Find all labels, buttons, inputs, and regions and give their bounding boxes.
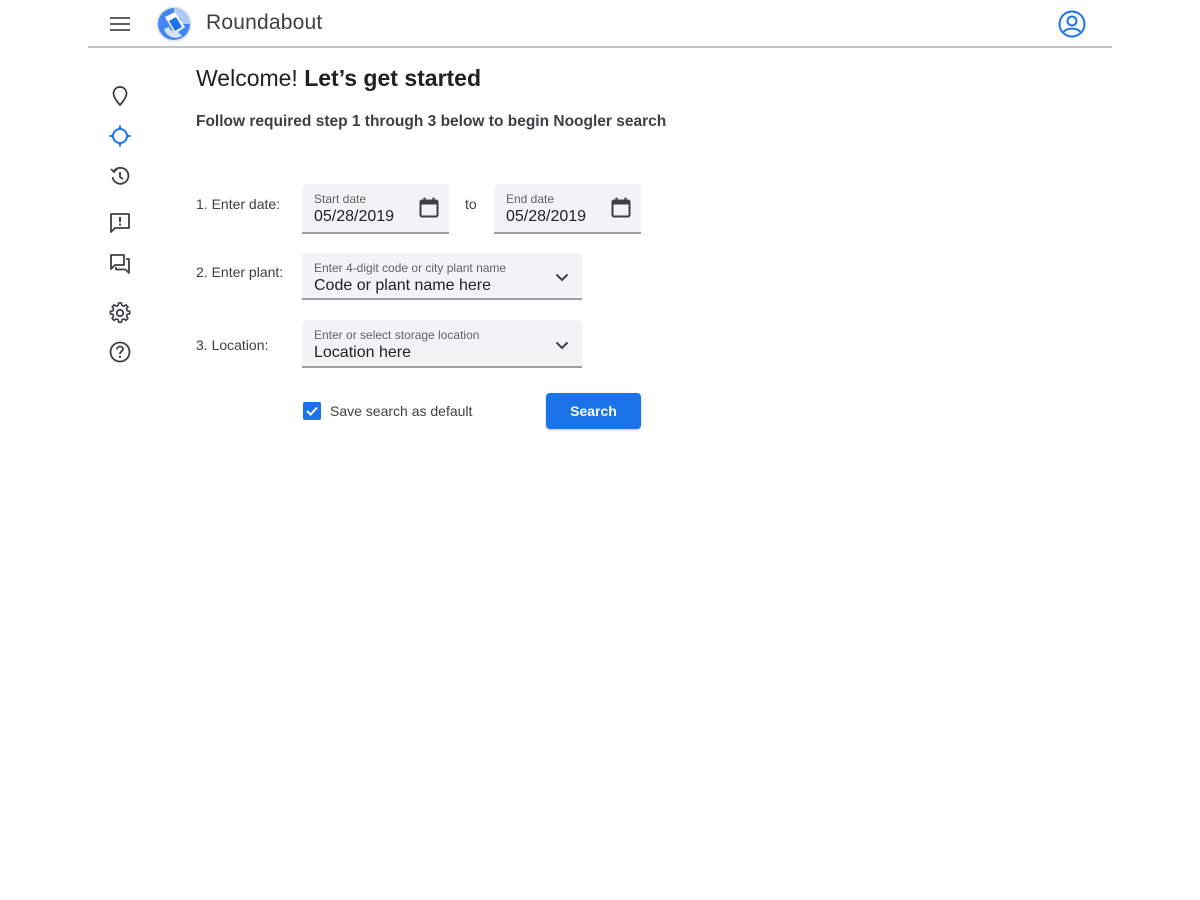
forum-icon [110,254,130,274]
step-date-label: 1. Enter date: [196,196,281,212]
nav-item-forum[interactable] [104,248,136,280]
location-select-field[interactable]: Enter or select storage location Locatio… [302,320,582,368]
welcome-emphasis: Let’s get started [304,65,482,91]
plant-field-label: Enter 4-digit code or city plant name [314,261,507,275]
search-button[interactable]: Search [546,393,641,429]
feedback-icon [110,213,130,233]
plant-field-placeholder: Code or plant name here [314,277,491,294]
save-default-label[interactable]: Save search as default [330,403,472,419]
nav-item-settings[interactable] [104,297,136,329]
step-plant-label: 2. Enter plant: [196,264,284,280]
settings-gear-icon [109,302,131,324]
nav-item-location[interactable] [104,80,136,112]
plant-select-field[interactable]: Enter 4-digit code or city plant name Co… [302,253,582,300]
page-subtitle: Follow required step 1 through 3 below t… [196,113,667,130]
location-pin-icon [112,86,128,107]
app-header: Roundabout [88,0,1112,48]
nav-item-help[interactable] [104,336,136,368]
app-title: Roundabout [206,11,323,34]
start-date-label: Start date [314,192,367,206]
save-default-checkbox[interactable] [303,402,321,420]
nav-item-search[interactable] [104,120,136,152]
page-title: Welcome! Let’s get started [196,65,481,92]
calendar-icon[interactable] [417,196,441,220]
crosshair-target-icon [109,125,131,147]
history-icon [110,166,130,185]
welcome-greeting: Welcome! [196,65,298,91]
hamburger-menu-icon[interactable] [108,12,132,36]
location-field-label: Enter or select storage location [314,328,480,342]
location-field-placeholder: Location here [314,344,411,361]
account-circle-icon[interactable] [1058,10,1086,38]
calendar-icon[interactable] [609,196,633,220]
start-date-field[interactable]: Start date 05/28/2019 [302,184,449,234]
nav-item-feedback[interactable] [104,207,136,239]
chevron-down-icon[interactable] [550,265,574,289]
nav-item-history[interactable] [104,160,136,192]
start-date-value: 05/28/2019 [314,208,395,225]
end-date-label: End date [506,192,555,206]
step-location-label: 3. Location: [196,337,269,353]
chevron-down-icon[interactable] [550,333,574,357]
end-date-field[interactable]: End date 05/28/2019 [494,184,641,234]
roundabout-logo-icon [155,5,193,43]
date-range-separator: to [465,196,477,212]
end-date-value: 05/28/2019 [506,208,587,225]
help-icon [109,341,131,363]
checkmark-icon [306,406,318,416]
